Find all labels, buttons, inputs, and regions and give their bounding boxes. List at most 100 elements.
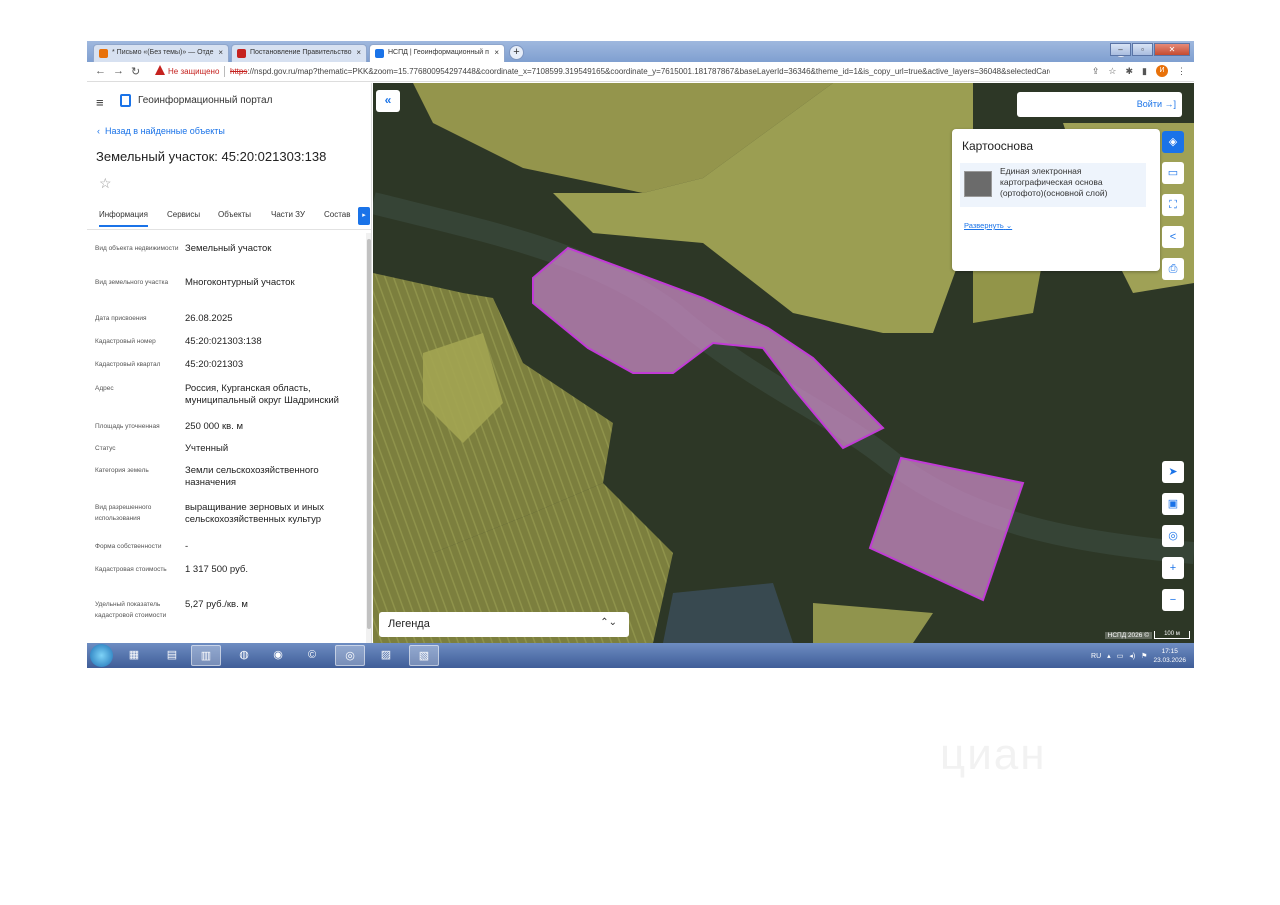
browser-menu-icon[interactable]: ⋮ (1177, 66, 1186, 77)
tray-arrow-icon[interactable]: ▴ (1107, 652, 1111, 660)
geolocation-icon[interactable]: ➤ (1162, 461, 1184, 483)
tab-services[interactable]: Сервисы (167, 210, 200, 219)
close-tab-icon[interactable]: × (494, 48, 499, 57)
favorite-star-icon[interactable]: ☆ (99, 175, 112, 192)
attribute-value: Многоконтурный участок (185, 277, 295, 288)
back-to-results-link[interactable]: ‹ Назад в найденные объекты (97, 126, 225, 136)
back-arrow-icon[interactable]: ← (95, 65, 106, 77)
url-field[interactable]: https://nspd.gov.ru/map?thematic=PKK&zoo… (230, 67, 1050, 76)
mail-icon (99, 49, 108, 58)
object-info-panel: ≡ Геоинформационный портал ‹ Назад в най… (87, 83, 372, 643)
portal-logo-icon (120, 94, 131, 107)
scrollbar-thumb[interactable] (367, 239, 371, 629)
basemap-layers-button[interactable]: ◈ (1162, 131, 1184, 153)
system-tray: RU ▴ ▭ ◂) ⚑ 17:15 23.03.2026 (1091, 646, 1186, 666)
basemap-layer-item[interactable]: Единая электронная картографическая осно… (960, 163, 1146, 207)
tabs-divider (87, 229, 371, 230)
legend-select[interactable]: Легенда ⌃⌄ (379, 612, 629, 637)
clock-time: 17:15 (1161, 648, 1178, 655)
attribute-key: Дата присвоения (95, 315, 147, 322)
basemap-layer-name: Единая электронная картографическая осно… (1000, 166, 1108, 198)
extensions-puzzle-icon[interactable]: ✱ (1126, 66, 1134, 77)
close-tab-icon[interactable]: × (356, 48, 361, 57)
minimap-icon[interactable]: ▣ (1162, 493, 1184, 515)
security-label[interactable]: Не защищено (168, 67, 219, 76)
browser-tab-bar: * Письмо «(Без темы)» — Отде × Постановл… (87, 41, 1194, 62)
menu-icon[interactable]: ≡ (96, 95, 104, 110)
zoom-in-button[interactable]: + (1162, 557, 1184, 579)
scale-bar: 100 м (1154, 631, 1190, 639)
url-text: ://nspd.gov.ru/map?thematic=PKK&zoom=15.… (247, 67, 1050, 76)
collapse-panel-button[interactable]: « (376, 90, 400, 112)
address-bar-icons: ⇪ ☆ ✱ ▮ И ⋮ (1092, 65, 1186, 77)
tab-objects[interactable]: Объекты (218, 210, 251, 219)
zoom-out-button[interactable]: − (1162, 589, 1184, 611)
profile-avatar[interactable]: И (1156, 65, 1168, 77)
language-indicator[interactable]: RU (1091, 653, 1101, 660)
basemap-title: Картооснова (962, 139, 1033, 153)
tabs-scroll-right-icon[interactable]: ▸ (358, 207, 370, 225)
close-window-icon[interactable]: ✕ (1154, 43, 1190, 56)
taskbar-eye-icon[interactable]: ◉ (263, 645, 293, 666)
map-attribution: НСПД 2026 © (1104, 632, 1152, 639)
attribute-key: Кадастровый квартал (95, 361, 161, 368)
taskbar-explorer-icon[interactable]: ▦ (119, 645, 149, 666)
print-icon[interactable]: ⎙ (1162, 258, 1184, 280)
network-icon[interactable]: ▭ (1117, 652, 1124, 660)
minimize-icon[interactable]: – (1110, 43, 1131, 56)
portal-name[interactable]: Геоинформационный портал (138, 95, 272, 106)
taskbar-app-icon[interactable]: ◍ (229, 645, 259, 666)
attribute-value: выращивание зерновых и иных сельскохозяй… (185, 502, 324, 525)
attribute-value: 45:20:021303:138 (185, 336, 262, 347)
share-icon[interactable]: < (1162, 226, 1184, 248)
expand-link[interactable]: Развернуть ⌄ (964, 221, 1012, 230)
attribute-value: Учтенный (185, 443, 229, 454)
login-icon: →] (1164, 99, 1176, 109)
start-button[interactable] (90, 644, 113, 667)
attribute-key: Кадастровый номер (95, 338, 156, 345)
attribute-key: Площадь уточненная (95, 423, 160, 430)
legend-label: Легенда (388, 618, 430, 630)
taskbar-folder-icon[interactable]: ▥ (191, 645, 221, 666)
side-panel-icon[interactable]: ▮ (1142, 66, 1147, 77)
login-button[interactable]: Войти →] (1017, 92, 1182, 117)
attribute-value: 5,27 руб./кв. м (185, 599, 248, 610)
tab-label: * Письмо «(Без темы)» — Отде (112, 49, 214, 56)
taskbar-notepad-icon[interactable]: ▤ (157, 645, 187, 666)
flag-icon[interactable]: ⚑ (1141, 652, 1147, 660)
taskbar-excel-icon[interactable]: ▨ (371, 645, 401, 666)
reload-icon[interactable]: ↻ (131, 65, 140, 78)
maximize-icon[interactable]: ▫ (1132, 43, 1153, 56)
warning-icon (155, 65, 165, 75)
taskbar-c-icon[interactable]: © (297, 645, 327, 666)
location-pin-icon[interactable]: ◎ (1162, 525, 1184, 547)
chevron-left-icon: ‹ (97, 126, 105, 136)
new-tab-button[interactable]: + (509, 45, 524, 60)
login-label: Войти (1136, 99, 1162, 109)
browser-tab-decree[interactable]: Постановление Правительство × (231, 44, 367, 62)
panel-scrollbar[interactable] (366, 233, 371, 643)
ruler-icon[interactable]: ▭ (1162, 162, 1184, 184)
taskbar-chrome-icon[interactable]: ◎ (335, 645, 365, 666)
forward-arrow-icon[interactable]: → (113, 65, 124, 77)
clock[interactable]: 17:15 23.03.2026 (1153, 647, 1186, 665)
tab-label: Постановление Правительство (250, 49, 352, 56)
share-icon[interactable]: ⇪ (1092, 66, 1100, 77)
volume-icon[interactable]: ◂) (1129, 652, 1135, 660)
bookmark-star-icon[interactable]: ☆ (1108, 66, 1116, 77)
nspd-icon (375, 49, 384, 58)
updown-chevron-icon: ⌃⌄ (600, 617, 617, 628)
chevron-down-icon: ⌄ (1005, 221, 1013, 230)
attribute-key: Вид разрешенного использования (95, 504, 152, 522)
map-viewport[interactable]: « Войти →] Картооснова Единая электронна… (373, 83, 1194, 643)
taskbar-word-icon[interactable]: ▧ (409, 645, 439, 666)
browser-tab-nspd[interactable]: НСПД | Геоинформационный п × (369, 44, 505, 62)
area-select-icon[interactable]: ⛶ (1162, 194, 1184, 216)
tab-information[interactable]: Информация (99, 210, 148, 227)
windows-taskbar: ▦ ▤ ▥ ◍ ◉ © ◎ ▨ ▧ RU ▴ ▭ ◂) ⚑ 17:15 23.0… (87, 643, 1194, 668)
tab-composition[interactable]: Состав (324, 210, 351, 219)
browser-tab-mail[interactable]: * Письмо «(Без темы)» — Отде × (93, 44, 229, 62)
tab-parts[interactable]: Части ЗУ (271, 210, 305, 219)
attribute-value: 1 317 500 руб. (185, 564, 249, 575)
close-tab-icon[interactable]: × (218, 48, 223, 57)
